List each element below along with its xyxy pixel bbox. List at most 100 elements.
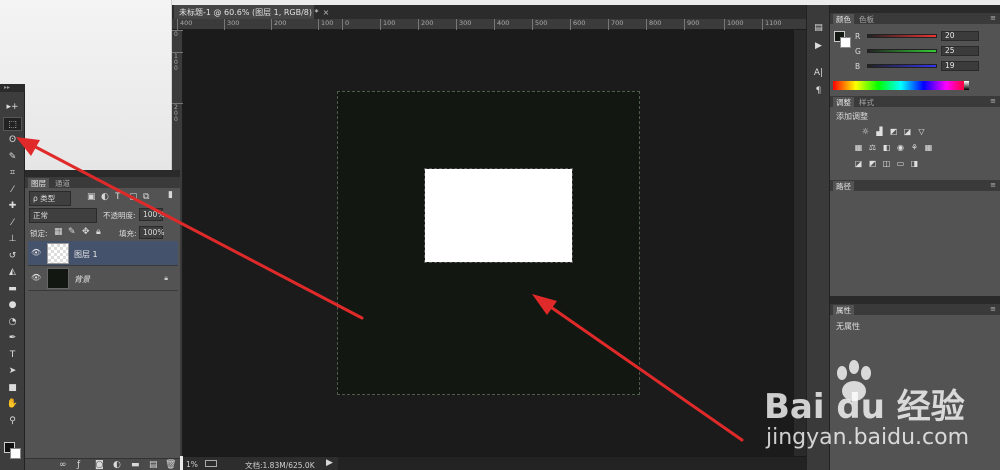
color-spectrum[interactable] [833, 81, 969, 90]
path-select-icon[interactable]: ➤ [3, 364, 22, 378]
red-slider[interactable] [867, 34, 937, 38]
gradient-map-icon[interactable]: ▭ [895, 159, 906, 169]
tab-channels[interactable]: 通道 [52, 178, 73, 189]
move-icon[interactable]: ▸+ [3, 100, 22, 114]
tab-swatches[interactable]: 色板 [856, 14, 877, 25]
color-balance-icon[interactable]: ⚖ [867, 143, 878, 153]
green-slider[interactable] [867, 49, 937, 53]
panel-menu-icon[interactable]: ≡ [990, 14, 996, 22]
tab-layers[interactable]: 图层 [28, 178, 49, 188]
quick-select-icon[interactable]: ✎ [3, 150, 22, 164]
blue-value-field[interactable]: 19 [941, 61, 979, 71]
eyedropper-icon[interactable]: ⁄ [3, 183, 22, 197]
background-color-swatch[interactable] [10, 448, 21, 459]
actions-icon[interactable]: ▶ [811, 39, 826, 53]
history-brush-icon[interactable]: ↺ [3, 249, 22, 263]
dodge-icon[interactable]: ◔ [3, 315, 22, 329]
tab-properties[interactable]: 属性 [833, 305, 854, 315]
color-panel-tabs: 颜色 色板 ≡ [830, 13, 1000, 24]
filter-toggle-icon[interactable]: ▮ [168, 191, 173, 200]
character-icon[interactable]: A| [811, 66, 826, 80]
layer-row[interactable]: 👁︎ 背景 🔒︎ [28, 266, 178, 291]
pen-icon[interactable]: ✒ [3, 331, 22, 345]
panel-menu-icon[interactable]: ≡ [990, 181, 996, 189]
black-white-icon[interactable]: ◧ [881, 143, 892, 153]
crop-icon[interactable]: ⌗ [3, 166, 22, 180]
visibility-eye-icon[interactable]: 👁︎ [31, 273, 41, 282]
lock-transparency-icon[interactable]: ▦ [54, 228, 63, 237]
close-icon[interactable]: × [323, 8, 330, 17]
exposure-icon[interactable]: ◪ [902, 127, 913, 137]
layers-panel-header[interactable] [25, 170, 180, 177]
invert-icon[interactable]: ◪ [853, 159, 864, 169]
eraser-icon[interactable]: ◭ [3, 265, 22, 279]
layer-row[interactable]: 👁︎ 图层 1 [28, 241, 178, 266]
tab-styles[interactable]: 样式 [856, 97, 877, 108]
gradient-icon[interactable]: ▬ [3, 282, 22, 296]
vibrance-icon[interactable]: ▽ [916, 127, 927, 137]
filter-adjustment-icon[interactable]: ◐ [101, 193, 109, 202]
lock-all-icon[interactable]: 🔒︎ [96, 228, 101, 237]
channel-mixer-icon[interactable]: ⚘ [909, 143, 920, 153]
threshold-icon[interactable]: ◫ [881, 159, 892, 169]
paragraph-icon[interactable]: ¶ [811, 84, 826, 98]
hand-icon[interactable]: ✋ [3, 397, 22, 411]
filter-type-icon[interactable]: T [115, 193, 121, 202]
visibility-eye-icon[interactable]: 👁︎ [31, 248, 41, 257]
history-icon[interactable]: ▤ [811, 21, 826, 35]
brush-icon[interactable]: ⁄ [3, 216, 22, 230]
rectangular-selection[interactable] [424, 168, 573, 263]
opacity-field[interactable]: 100% [139, 208, 164, 221]
new-layer-icon[interactable]: ▤ [149, 461, 158, 470]
layer-mask-icon[interactable]: ◙ [95, 461, 104, 470]
color-spectrum-bw[interactable] [964, 81, 969, 90]
stamp-icon[interactable]: ⊥ [3, 232, 22, 246]
filter-shape-icon[interactable]: ▢ [129, 193, 138, 202]
blur-icon[interactable]: ● [3, 298, 22, 312]
lock-position-icon[interactable]: ✥ [82, 228, 90, 237]
panel-menu-icon[interactable]: ≡ [990, 97, 996, 105]
horizontal-scrollbar[interactable] [338, 457, 808, 470]
marquee-icon[interactable]: ⬚ [3, 116, 22, 131]
new-group-icon[interactable]: ▬ [131, 461, 140, 470]
tab-paths[interactable]: 路径 [833, 181, 854, 191]
document-tab[interactable]: 未标题-1 @ 60.6% (图层 1, RGB/8) * × [174, 5, 329, 19]
watermark-logo: Bai du 经验 [764, 387, 965, 427]
layer-name[interactable]: 背景 [74, 274, 90, 285]
curves-icon[interactable]: ◩ [888, 127, 899, 137]
hue-saturation-icon[interactable]: ▦ [853, 143, 864, 153]
shape-icon[interactable]: ■ [3, 381, 22, 395]
zoom-level[interactable]: 1% [186, 460, 198, 469]
posterize-icon[interactable]: ◩ [867, 159, 878, 169]
ruler-tick: 200 [271, 19, 286, 30]
filter-smart-icon[interactable]: ⧉ [143, 193, 149, 202]
panel-menu-icon[interactable]: ≡ [990, 305, 996, 313]
red-value-field[interactable]: 20 [941, 31, 979, 41]
lock-pixels-icon[interactable]: ✎ [68, 228, 76, 237]
selective-color-icon[interactable]: ◨ [909, 159, 920, 169]
zoom-icon[interactable]: ⚲ [3, 414, 22, 428]
green-value-field[interactable]: 25 [941, 46, 979, 56]
tools-panel-header[interactable]: ▸▸ [0, 84, 25, 92]
new-adjustment-icon[interactable]: ◐ [113, 461, 121, 470]
color-background-swatch[interactable] [840, 37, 851, 48]
healing-icon[interactable]: ✚ [3, 199, 22, 213]
layer-name[interactable]: 图层 1 [74, 249, 98, 260]
trash-icon[interactable]: 🗑︎ [165, 461, 176, 470]
photo-filter-icon[interactable]: ◉ [895, 143, 906, 153]
blend-mode-select[interactable]: 正常 [29, 208, 97, 223]
type-icon[interactable]: T [3, 348, 22, 362]
blue-slider[interactable] [867, 64, 937, 68]
filter-image-icon[interactable]: ▣ [87, 193, 96, 202]
tab-adjustments[interactable]: 调整 [833, 97, 854, 107]
link-layers-icon[interactable]: ∞ [59, 461, 67, 470]
layer-filter-select[interactable]: ρ 类型 [29, 191, 71, 206]
tab-color[interactable]: 颜色 [833, 14, 854, 24]
layer-style-icon[interactable]: ƒ [77, 461, 80, 470]
lasso-icon[interactable]: ʘ [3, 133, 22, 147]
levels-icon[interactable]: ▟ [874, 127, 885, 137]
brightness-icon[interactable]: ☼ [860, 127, 871, 137]
fill-field[interactable]: 100% [139, 226, 164, 239]
color-lookup-icon[interactable]: ▦ [923, 143, 934, 153]
status-menu-icon[interactable]: ▶ [326, 459, 333, 468]
